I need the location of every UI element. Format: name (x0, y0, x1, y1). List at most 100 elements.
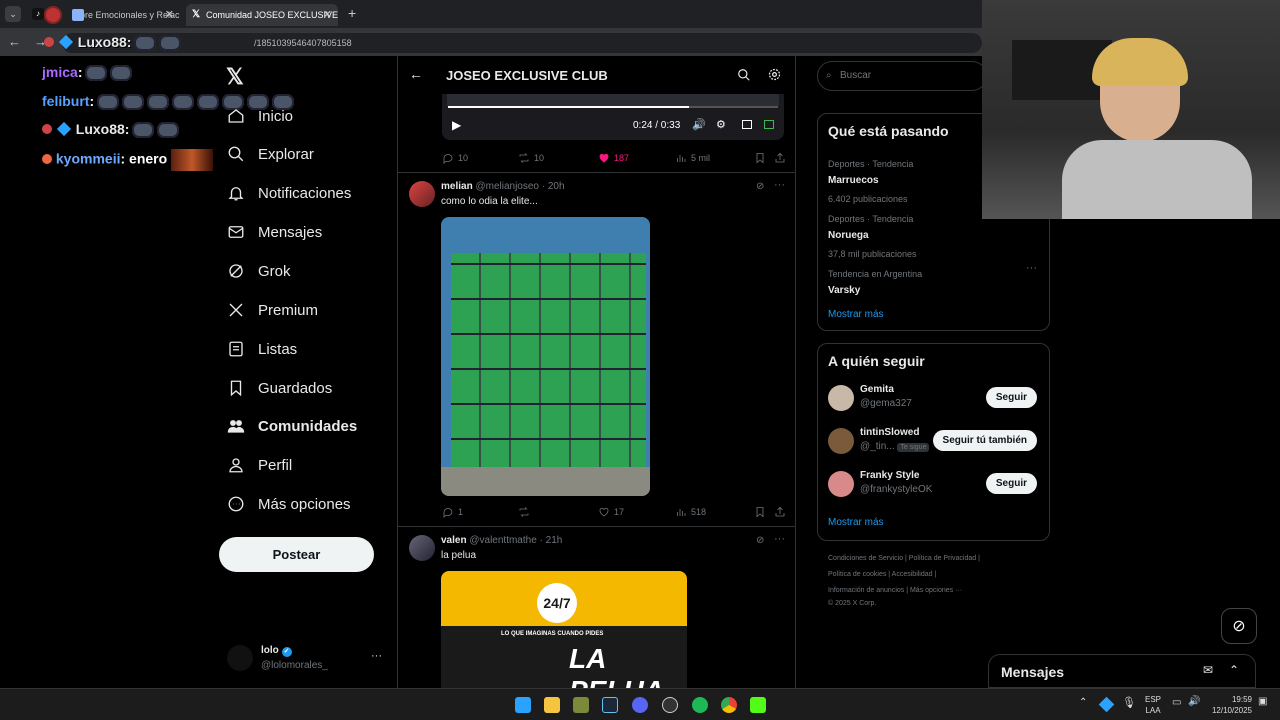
chrome-icon[interactable] (721, 697, 737, 713)
tab-list-button[interactable]: ⌄ (5, 6, 21, 22)
grok-floating-button[interactable]: ⊘ (1221, 608, 1257, 644)
avatar[interactable] (409, 181, 435, 207)
repost-action[interactable] (518, 506, 534, 518)
notification-icon[interactable]: ▣ (1258, 696, 1267, 707)
tray-app-icon[interactable] (1098, 696, 1115, 713)
avatar (828, 471, 854, 497)
windows-start-icon[interactable] (515, 697, 531, 713)
grok-icon[interactable]: ⊘ (756, 181, 764, 192)
new-tab-button[interactable]: + (348, 5, 356, 21)
search-field[interactable]: ⌕ Buscar (817, 61, 987, 91)
new-message-icon[interactable]: ✉ (1203, 663, 1213, 677)
follow-back-button[interactable]: Seguir tú también (932, 430, 1037, 451)
settings-gear-icon[interactable] (767, 67, 782, 82)
discord-icon[interactable] (632, 697, 648, 713)
reply-count: 10 (458, 153, 469, 163)
post-image[interactable]: 24/7 LO QUE IMAGINAS CUANDO PIDES LA PEL… (441, 571, 687, 688)
follow-button[interactable]: Seguir (985, 387, 1037, 408)
post-button[interactable]: Postear (219, 537, 374, 572)
steam-icon[interactable] (602, 697, 618, 713)
clock[interactable]: 19:59 12/10/2025 (1204, 694, 1252, 716)
follow-suggestion[interactable]: Franky Style @frankystyleOK Seguir (828, 469, 1043, 499)
tab-emocionales[interactable]: bre Emocionales y Relaci ✕ (50, 4, 180, 26)
expand-icon[interactable]: ⌃ (1229, 663, 1239, 677)
video-settings-icon[interactable]: ⚙ (716, 118, 726, 131)
repost-action[interactable]: 10 (518, 152, 544, 164)
video-progress-bar[interactable] (448, 106, 778, 108)
header-back-icon[interactable]: ← (409, 66, 423, 82)
avatar[interactable] (409, 535, 435, 561)
follow-button[interactable]: Seguir (985, 473, 1037, 494)
trend-item[interactable]: Tendencia en Argentina Varsky (828, 264, 1038, 299)
spotify-icon[interactable] (692, 697, 708, 713)
messages-drawer[interactable]: Mensajes ✉ ⌃ (988, 654, 1256, 688)
reply-action[interactable]: 1 (442, 506, 463, 518)
search-icon[interactable] (737, 68, 751, 82)
like-action[interactable]: 17 (598, 506, 624, 518)
emote-image (171, 149, 214, 171)
tray-chevron-icon[interactable]: ⌃ (1079, 697, 1087, 708)
close-tab-icon[interactable]: ✕ (165, 4, 174, 26)
grok-icon[interactable]: ⊘ (756, 535, 764, 546)
post-time: · 21h (539, 535, 563, 546)
video-player[interactable]: ▶ 0:24 / 0:33 🔊 ⚙ (442, 94, 784, 140)
views-action[interactable]: 5 mil (675, 152, 710, 164)
nav-mensajes[interactable]: Mensajes (227, 220, 322, 244)
nav-inicio[interactable]: Inicio (227, 104, 293, 128)
reply-action[interactable]: 10 (442, 152, 468, 164)
trends-show-more[interactable]: Mostrar más (828, 309, 884, 320)
bookmark-action[interactable] (754, 506, 770, 518)
like-action[interactable]: 187 (598, 152, 629, 164)
nav-listas[interactable]: Listas (227, 337, 297, 361)
follow-suggestion[interactable]: Gemita @gema327 Seguir (828, 383, 1043, 413)
follow-suggestion[interactable]: tintinSlowed @_tin... Te sigue Seguir tú… (828, 426, 1043, 456)
post-author[interactable]: valen @valenttmathe · 21h (441, 535, 562, 546)
lang-code: ESP (1145, 695, 1162, 704)
tab-comunidad[interactable]: 𝕏 Comunidad JOSEO EXCLUSIVE ✕ (186, 4, 338, 26)
post-author[interactable]: melian @melianjoseo · 20h (441, 181, 565, 192)
network-icon[interactable]: ▭ (1172, 697, 1181, 708)
x-logo[interactable]: 𝕏 (226, 64, 244, 90)
share-action[interactable] (774, 152, 790, 164)
url-field[interactable]: /1851039546407805158 (62, 33, 982, 53)
reply-icon (443, 154, 453, 164)
bookmark-action[interactable] (754, 152, 770, 164)
tiktok-tab-icon[interactable]: ♪ (32, 8, 44, 20)
nav-perfil[interactable]: Perfil (227, 453, 292, 477)
nav-explorar[interactable]: Explorar (227, 142, 314, 166)
obs-icon[interactable] (662, 697, 678, 713)
pip-icon[interactable] (742, 120, 752, 129)
post-more-icon[interactable]: ··· (774, 533, 785, 545)
nav-notificaciones[interactable]: Notificaciones (227, 181, 351, 205)
microphone-icon[interactable]: 🎙 (1122, 696, 1136, 709)
language-indicator[interactable]: ESP LAA (1145, 694, 1161, 716)
avatar (828, 428, 854, 454)
footer-links[interactable]: Condiciones de Servicio | Política de Pr… (828, 555, 980, 562)
close-tab-icon[interactable]: ✕ (323, 4, 332, 26)
back-icon[interactable]: ← (8, 34, 21, 49)
nav-comunidades[interactable]: Comunidades (227, 414, 357, 438)
account-more-icon[interactable]: ··· (371, 650, 382, 662)
kick-icon[interactable] (750, 697, 766, 713)
nav-premium[interactable]: Premium (227, 298, 318, 322)
play-icon[interactable]: ▶ (452, 118, 461, 132)
app-icon[interactable] (573, 697, 589, 713)
account-switcher[interactable]: lolo ✓ @lolomorales_ ··· (227, 644, 387, 674)
nav-mas-opciones[interactable]: Más opciones (227, 492, 351, 516)
post-more-icon[interactable]: ··· (774, 179, 785, 191)
trend-more-icon[interactable]: ··· (1026, 262, 1037, 274)
footer-links[interactable]: Política de cookies | Accesibilidad | (828, 571, 936, 578)
emote-icon (172, 94, 195, 111)
volume-icon[interactable]: 🔊 (1188, 696, 1200, 707)
fullscreen-icon[interactable] (764, 120, 774, 129)
footer-links[interactable]: Información de anuncios | Más opciones ·… (828, 587, 962, 594)
file-explorer-icon[interactable] (544, 697, 560, 713)
nav-guardados[interactable]: Guardados (227, 376, 332, 400)
views-action[interactable]: 518 (675, 506, 706, 518)
post-image[interactable] (441, 217, 650, 496)
share-action[interactable] (774, 506, 790, 518)
who-show-more[interactable]: Mostrar más (828, 517, 884, 528)
nav-grok[interactable]: Grok (227, 259, 291, 283)
emote-icon (132, 122, 155, 139)
volume-icon[interactable]: 🔊 (692, 118, 706, 131)
